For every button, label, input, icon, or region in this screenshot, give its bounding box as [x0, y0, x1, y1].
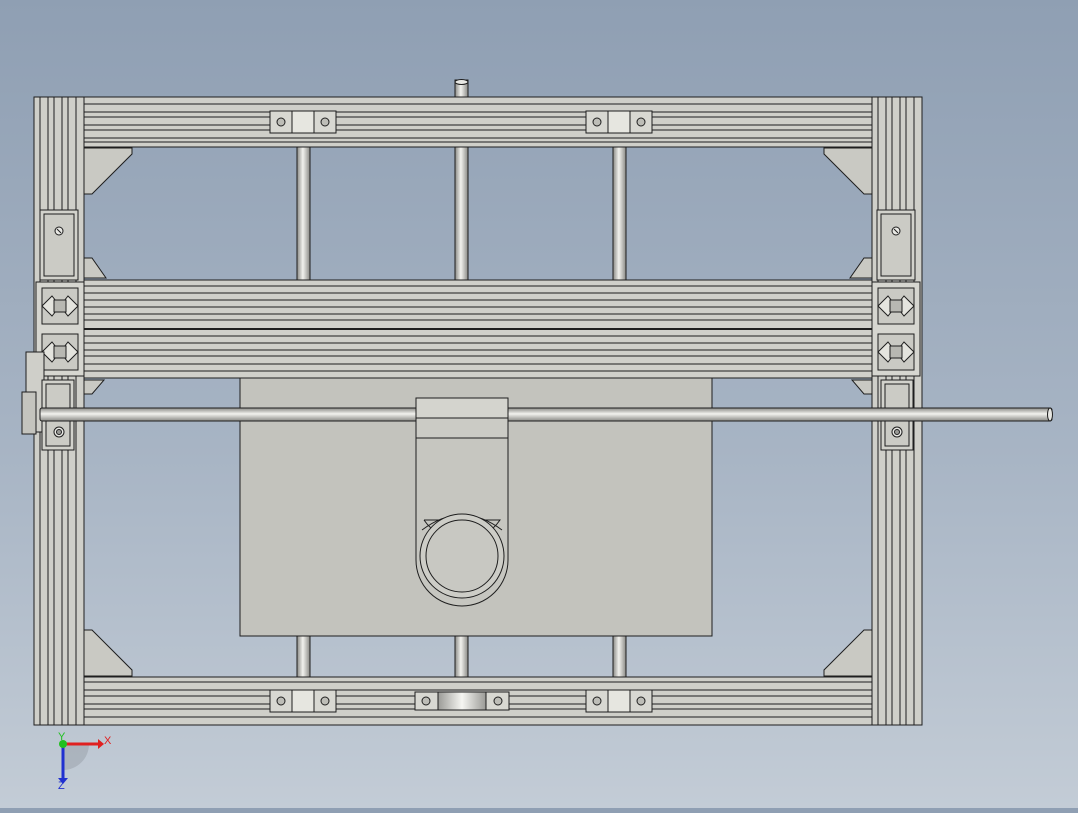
triad-z-label: Z: [58, 780, 65, 792]
gusset-mid-right: [849, 257, 873, 279]
bottom-leadscrew-bearing: [414, 691, 510, 711]
gusset-mid-left: [83, 257, 107, 279]
triad-x-label: X: [104, 735, 112, 747]
orientation-triad[interactable]: X Y Z: [58, 731, 112, 792]
top-clamp-right: [585, 110, 653, 134]
bottom-clamp-right: [585, 689, 653, 713]
gusset-top-right: [823, 147, 873, 195]
gusset-mid-right-low: [850, 379, 873, 395]
gusset-bottom-left: [83, 629, 133, 677]
top-extrusion: [83, 96, 873, 148]
left-gantry-block: [39, 209, 79, 281]
gusset-top-left: [83, 147, 133, 195]
gantry-beam: [83, 279, 873, 379]
gusset-bottom-right: [823, 629, 873, 677]
bottom-clamp-left: [269, 689, 337, 713]
x-axis-rod: [39, 407, 1053, 422]
cad-viewport[interactable]: X Y Z: [0, 0, 1078, 808]
cnc-frame-drawing: X Y Z: [21, 79, 1053, 792]
triad-y-label: Y: [58, 731, 66, 743]
gusset-mid-left-low: [83, 379, 106, 395]
right-gantry-block: [876, 209, 916, 281]
spindle-motor: [419, 513, 505, 599]
left-motor-mount: [21, 351, 45, 435]
beam-end-profile-right: [871, 281, 921, 377]
top-clamp-left: [269, 110, 337, 134]
